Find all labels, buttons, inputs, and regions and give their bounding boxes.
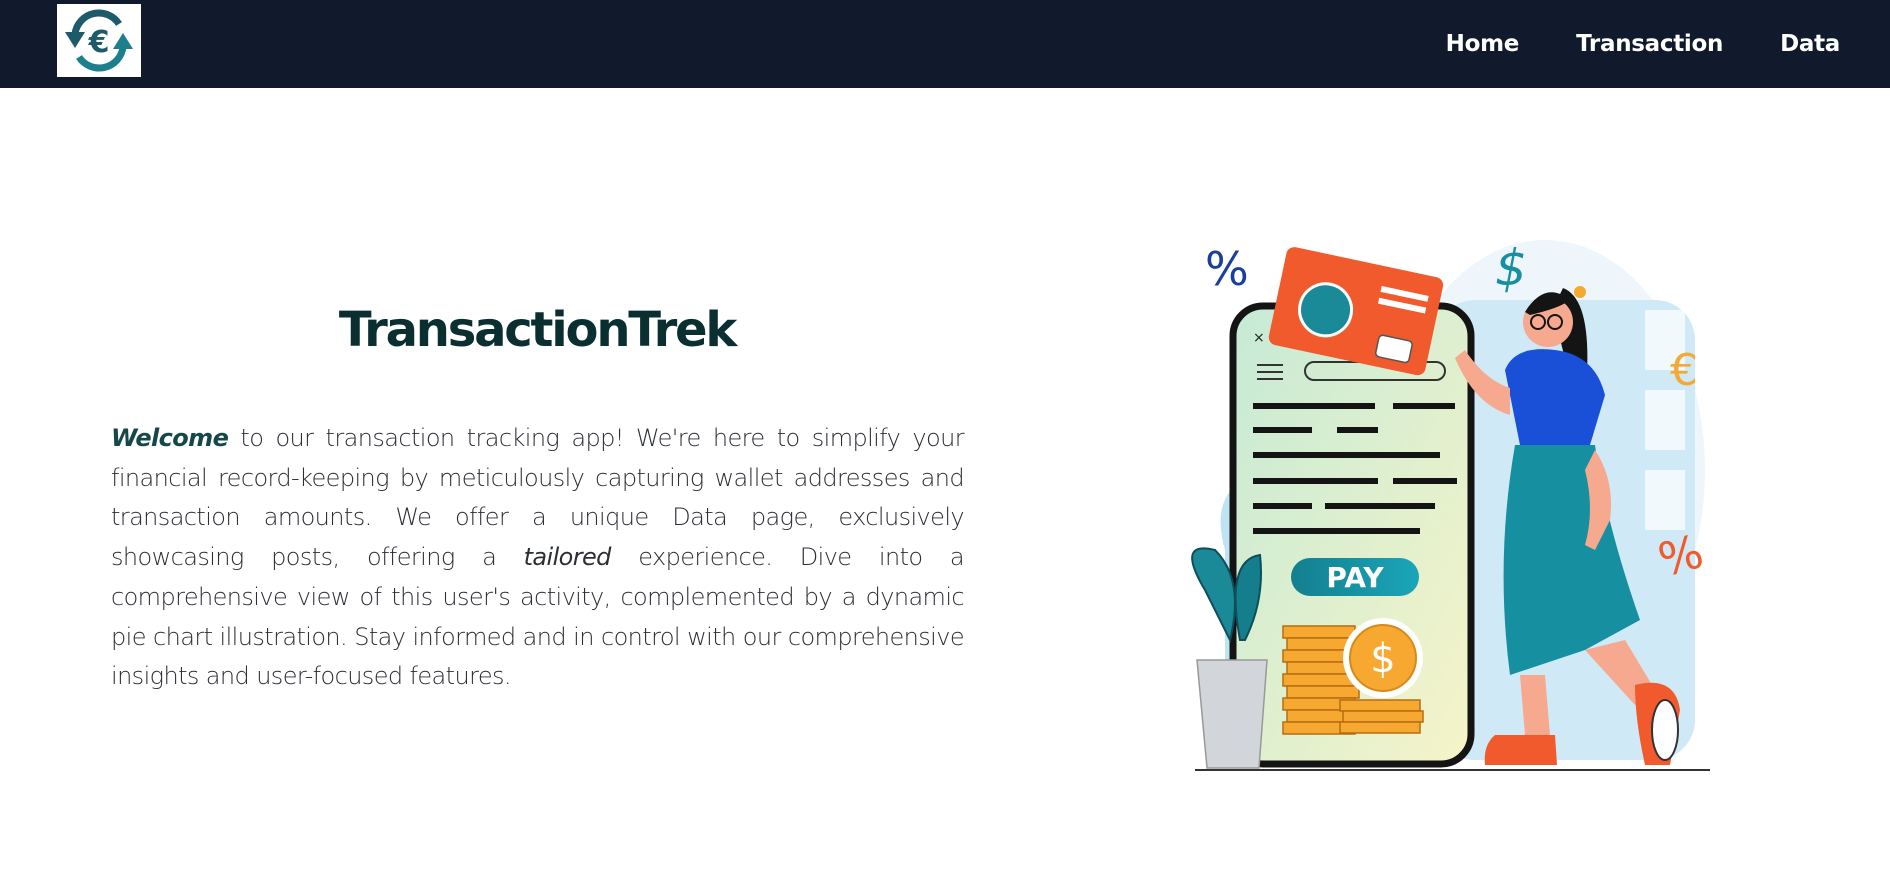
svg-text:€: € bbox=[88, 25, 110, 60]
nav-transaction-link[interactable]: Transaction bbox=[1576, 31, 1723, 57]
coin-dollar-sign: $ bbox=[1370, 636, 1395, 682]
payment-illustration: × PAY $ % $ € % bbox=[1165, 220, 1745, 780]
nav-home-link[interactable]: Home bbox=[1446, 31, 1520, 57]
payment-illustration-art: × PAY $ % $ € % bbox=[1191, 239, 1710, 771]
navbar: € Home Transaction Data bbox=[0, 0, 1890, 88]
nav-data-link[interactable]: Data bbox=[1780, 31, 1840, 57]
nav-links: Home Transaction Data bbox=[1389, 0, 1841, 88]
dollar-symbol: $ bbox=[1495, 239, 1527, 297]
tailored-word: tailored bbox=[523, 543, 612, 572]
welcome-word: Welcome bbox=[111, 424, 229, 452]
logo[interactable]: € bbox=[57, 4, 141, 77]
percent-symbol-left: % bbox=[1205, 242, 1249, 296]
page-title: TransactionTrek bbox=[338, 302, 737, 358]
hero-description: Welcome to our transaction tracking app!… bbox=[111, 419, 965, 697]
svg-text:×: × bbox=[1253, 330, 1265, 346]
pay-label: PAY bbox=[1326, 561, 1384, 594]
euro-symbol: € bbox=[1670, 345, 1698, 396]
euro-exchange-icon: € bbox=[65, 9, 133, 72]
